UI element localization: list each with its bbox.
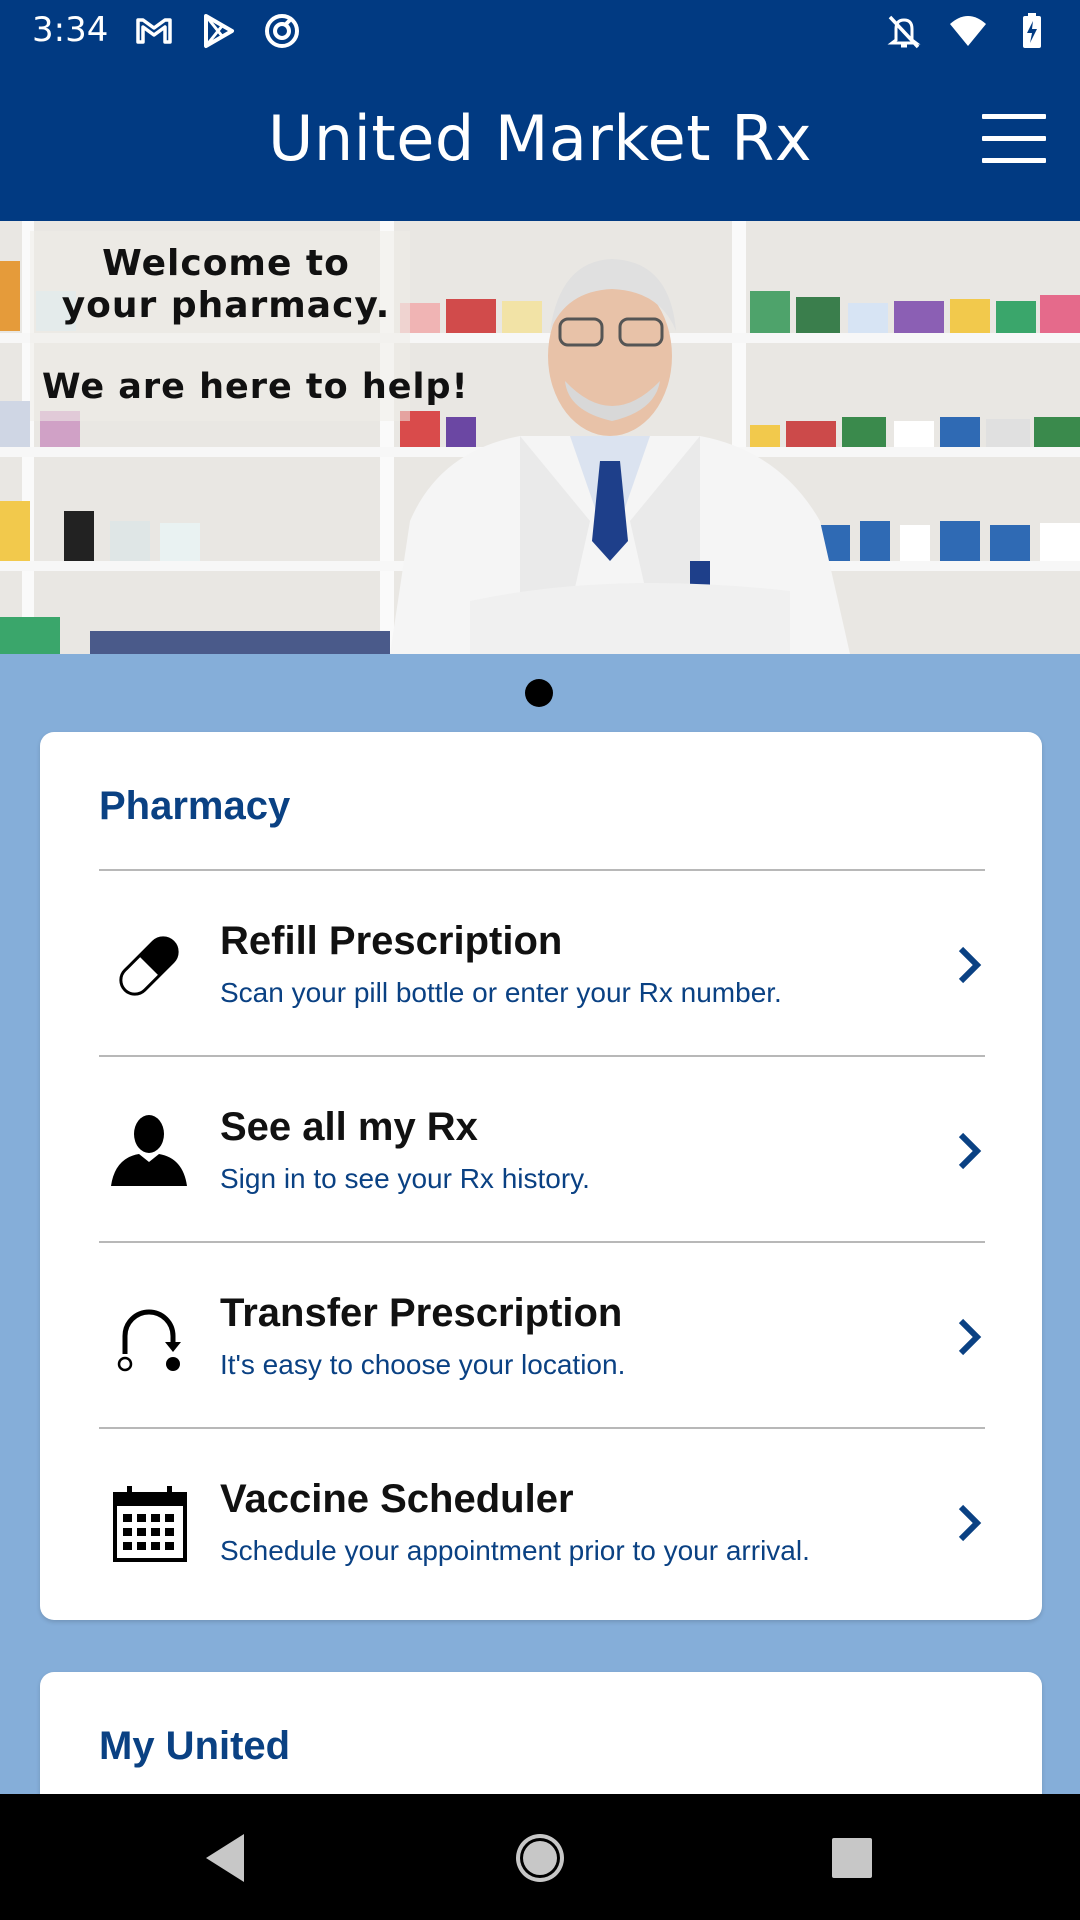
calendar-icon — [113, 1486, 187, 1562]
transfer-icon — [117, 1309, 181, 1372]
hero-welcome-text: Welcome to your pharmacy. — [61, 243, 391, 326]
row-title: Transfer Prescription — [220, 1291, 623, 1335]
row-subtitle: Schedule your appointment prior to your … — [220, 1535, 810, 1566]
status-bar: 3:34 — [0, 0, 1080, 62]
hero-help-text: We are here to help! — [42, 367, 469, 407]
row-subtitle: It's easy to choose your location. — [220, 1349, 626, 1380]
pharmacy-card: Pharmacy Refill Prescription Scan your p… — [40, 732, 1042, 1620]
row-title: Refill Prescription — [220, 919, 563, 963]
row-subtitle: Scan your pill bottle or enter your Rx n… — [220, 977, 782, 1008]
row-title: Vaccine Scheduler — [220, 1477, 574, 1521]
carousel-indicator-dot — [525, 679, 553, 707]
pharmacy-card-title: Pharmacy — [99, 784, 291, 828]
transfer-prescription-item[interactable]: Transfer Prescription It's easy to choos… — [99, 1243, 985, 1427]
recents-icon[interactable] — [820, 1826, 884, 1890]
chevron-right-icon — [958, 1318, 982, 1356]
chevron-right-icon — [958, 1132, 982, 1170]
see-all-my-rx-item[interactable]: See all my Rx Sign in to see your Rx his… — [99, 1057, 985, 1241]
refill-prescription-item[interactable]: Refill Prescription Scan your pill bottl… — [99, 871, 985, 1055]
row-subtitle: Sign in to see your Rx history. — [220, 1163, 590, 1194]
battery-icon — [1023, 13, 1041, 48]
system-nav-bar — [0, 1794, 1080, 1920]
gmail-icon — [136, 18, 172, 44]
pill-icon — [119, 936, 179, 996]
app-title: United Market Rx — [267, 102, 813, 175]
chevron-right-icon — [958, 1504, 982, 1542]
wifi-icon — [950, 16, 986, 46]
sync-icon — [265, 14, 299, 48]
chevron-right-icon — [958, 946, 982, 984]
home-icon[interactable] — [508, 1826, 572, 1890]
vaccine-scheduler-item[interactable]: Vaccine Scheduler Schedule your appointm… — [99, 1429, 985, 1613]
hamburger-menu-icon[interactable] — [982, 114, 1046, 164]
my-united-card-title: My United — [99, 1724, 291, 1768]
person-icon — [111, 1115, 187, 1186]
hero-banner[interactable]: Welcome to your pharmacy. We are here to… — [0, 221, 1080, 654]
notifications-off-icon — [887, 15, 921, 49]
app-header: United Market Rx — [0, 62, 1080, 221]
play-store-icon — [204, 14, 234, 48]
back-icon[interactable] — [196, 1826, 260, 1890]
status-time: 3:34 — [32, 10, 109, 50]
row-title: See all my Rx — [220, 1105, 478, 1149]
